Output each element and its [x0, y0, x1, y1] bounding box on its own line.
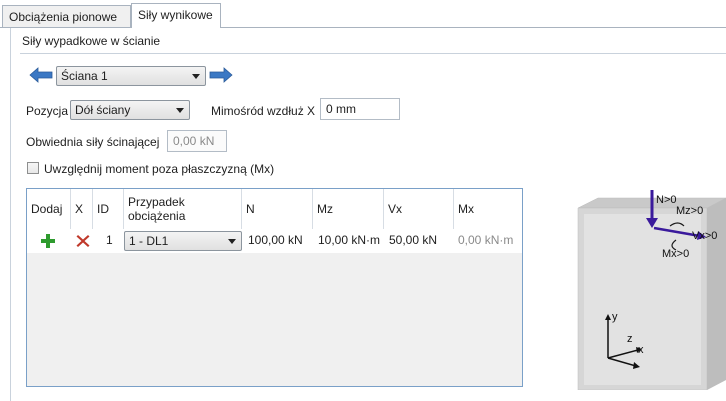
- eccentricity-label: Mimośród wzdłuż X: [211, 104, 316, 118]
- column-header-mx: Mx: [458, 202, 474, 216]
- previous-wall-arrow-icon[interactable]: [29, 67, 53, 83]
- load-case-select-value: 1 - DL1: [129, 234, 169, 248]
- tab-vertical-loads[interactable]: Obciążenia pionowe: [2, 5, 131, 27]
- column-header-n: N: [242, 189, 313, 229]
- row-id: 1: [106, 233, 113, 247]
- mz-label: Mz>0: [676, 205, 703, 217]
- column-header-load-case: Przypadek obciążenia: [124, 189, 242, 229]
- load-case-select[interactable]: 1 - DL1: [124, 231, 242, 251]
- wall-side-face: [707, 198, 726, 390]
- column-header-vx: Vx: [384, 189, 454, 229]
- vx-label: Vx>0: [692, 230, 717, 242]
- add-row-plus-icon[interactable]: [39, 230, 57, 254]
- wall-force-diagram: N>0 Mz>0 Vx>0 Mx>0 y z x: [577, 190, 726, 390]
- position-select[interactable]: Dół ściany: [70, 100, 190, 120]
- table-row: 1 1 - DL1 100,00 kN 10,00 kN·m 50,00 kN …: [27, 229, 522, 253]
- n-label: N>0: [656, 194, 677, 206]
- wall-front-inner: [584, 214, 701, 385]
- position-label: Pozycja: [26, 104, 69, 118]
- column-header-delete: X: [71, 189, 93, 229]
- wall-select-value: Ściana 1: [61, 69, 108, 83]
- column-header-id: ID: [93, 189, 124, 229]
- delete-row-x-icon[interactable]: [74, 230, 92, 254]
- eccentricity-input[interactable]: 0 mm: [320, 98, 400, 120]
- shear-envelope-field: 0,00 kN: [167, 130, 227, 152]
- tab-strip: Obciążenia pionowe Siły wynikowe: [0, 0, 726, 28]
- section-title: Siły wypadkowe w ścianie: [22, 34, 161, 48]
- chevron-down-icon: [228, 239, 236, 244]
- chevron-down-icon: [176, 108, 184, 113]
- cell-vx[interactable]: 50,00 kN: [387, 229, 439, 253]
- z-axis-label: z: [627, 333, 633, 345]
- mx-label: Mx>0: [662, 248, 689, 260]
- moment-checkbox[interactable]: [27, 162, 39, 174]
- grid-header: Dodaj X ID Przypadek obciążenia N Mz Vx …: [27, 189, 522, 230]
- tab-resultant-forces[interactable]: Siły wynikowe: [131, 3, 221, 28]
- next-wall-arrow-icon[interactable]: [209, 67, 233, 83]
- column-header-mz: Mz: [313, 189, 384, 229]
- position-select-value: Dół ściany: [75, 103, 131, 117]
- wall-select[interactable]: Ściana 1: [56, 66, 206, 86]
- cell-mz[interactable]: 10,00 kN·m: [316, 229, 382, 253]
- cell-n[interactable]: 100,00 kN: [246, 229, 305, 253]
- cell-mx: 0,00 kN·m: [458, 233, 514, 247]
- chevron-down-icon: [192, 74, 200, 79]
- x-axis-label: x: [638, 344, 644, 356]
- shear-envelope-label: Obwiednia siły ścinającej: [26, 135, 160, 149]
- section-divider: [20, 53, 726, 54]
- loads-grid: Dodaj X ID Przypadek obciążenia N Mz Vx …: [26, 188, 523, 387]
- column-header-add: Dodaj: [27, 189, 71, 229]
- moment-checkbox-label: Uwzględnij moment poza płaszczyzną (Mx): [44, 162, 275, 176]
- y-axis-label: y: [612, 311, 618, 323]
